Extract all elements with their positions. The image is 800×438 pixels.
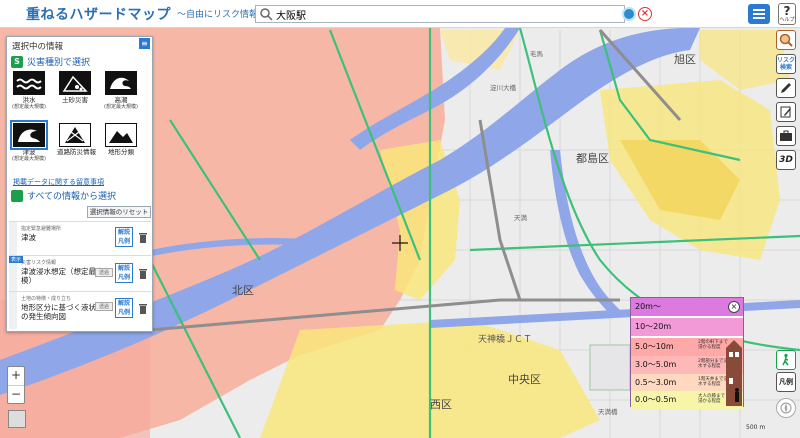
menu-button[interactable] (748, 4, 770, 24)
hazard-storm-surge-button[interactable]: 高潮 (想定最大規模) (103, 71, 139, 110)
app-logo[interactable]: 重ねるハザードマップ (26, 4, 171, 24)
edit-tool-button[interactable] (776, 102, 796, 122)
legend-close-button[interactable]: × (728, 301, 740, 313)
search-map-button[interactable] (776, 30, 796, 50)
map-label-asahi: 旭区 (674, 53, 696, 66)
base-map-switch-button[interactable] (8, 410, 26, 428)
pedestrian-button[interactable] (776, 350, 796, 370)
storm-surge-icon (110, 77, 131, 89)
pencil-icon (781, 83, 791, 93)
opacity-button[interactable]: 透過 (95, 268, 113, 277)
panel-collapse-button[interactable]: ≡ (139, 38, 150, 49)
toolbox-icon (780, 130, 792, 141)
current-location-button[interactable] (622, 7, 636, 21)
trash-icon[interactable] (138, 268, 148, 280)
toolbox-button[interactable] (776, 126, 796, 146)
legend-button[interactable]: 解説 凡例 (115, 298, 133, 318)
zoom-out-button[interactable]: − (8, 385, 24, 403)
hazard-type-icon: S (11, 55, 23, 68)
map-label-chuo: 中央区 (508, 373, 541, 386)
opacity-button[interactable]: 透過 (95, 302, 113, 311)
walking-person-icon (782, 353, 789, 366)
road-disaster-icon (65, 127, 85, 143)
house-depth-icon (726, 340, 742, 406)
landslide-icon (62, 75, 88, 92)
hazard-road-button[interactable]: 道路防災情報 (57, 123, 96, 156)
search-input[interactable] (276, 8, 606, 20)
select-all-info-heading[interactable]: すべての情報から選択 (11, 189, 116, 202)
layer-item-liquefaction[interactable]: 土地の特徴・成り立ち 地形区分に基づく液状化の発生傾向図 透過 解説 凡例 (9, 291, 151, 329)
map-label-kita: 北区 (232, 284, 254, 297)
legend-toggle-button[interactable]: 凡例 (776, 372, 796, 392)
legend-button[interactable]: 解説 凡例 (115, 227, 133, 247)
drag-handle[interactable] (9, 292, 17, 329)
legend-row-20m: 20m～ (631, 298, 743, 316)
layer-item-tsunami[interactable]: 表示 災害リスク情報 津波浸水想定（想定最大規模） 透過 解説 凡例 (9, 255, 151, 291)
data-notes-link[interactable]: 掲載データに関する留意事項 (13, 177, 104, 187)
all-info-icon (11, 189, 23, 202)
trash-icon[interactable] (138, 303, 148, 315)
risk-search-button[interactable]: リスク検索 (776, 54, 796, 74)
drag-handle[interactable] (9, 222, 17, 255)
layer-item-evacuation[interactable]: 指定緊急避難場所 津波 解説 凡例 (9, 221, 151, 255)
legend-row-10-20m: 10～20m (631, 318, 743, 336)
map-label-tenmabashi: 天満橋 (598, 408, 618, 416)
app-header: 重ねるハザードマップ ～自由にリスク情報を調べる～ × ?ヘルプ (0, 0, 800, 28)
trash-icon[interactable] (138, 232, 148, 244)
compass-icon (780, 402, 792, 414)
map-label-miyakojima: 都島区 (576, 152, 609, 165)
search-icon (779, 33, 793, 47)
help-button[interactable]: ? ヘルプ (778, 3, 796, 25)
map-label-kema: 毛馬 (530, 50, 543, 58)
3d-view-button[interactable]: 3D (776, 150, 796, 170)
hazard-flood-button[interactable]: 洪水 (想定最大規模) (11, 71, 47, 110)
map-label-tenma: 天満 (514, 214, 527, 222)
inundation-depth-legend: 20m～ × 10～20m 5.0～10m 3.0～5.0m 0.5～3.0m … (630, 297, 744, 409)
reset-selection-button[interactable]: 選択情報のリセット (87, 206, 151, 218)
panel-title: 選択中の情報 (12, 42, 64, 52)
draw-tool-button[interactable] (776, 78, 796, 98)
legend-button[interactable]: 解説 凡例 (115, 263, 133, 283)
map-label-jct: 天神橋ＪＣＴ (478, 335, 533, 345)
flood-icon (16, 78, 42, 90)
map-label-nishi: 西区 (430, 398, 452, 411)
clear-search-button[interactable]: × (638, 7, 652, 21)
hazard-landform-button[interactable]: 地形分類 (103, 123, 139, 156)
hazard-landslide-button[interactable]: 土砂災害 (57, 71, 93, 104)
hazard-tsunami-button[interactable]: 津波 (想定最大規模) (10, 120, 48, 162)
landform-icon (109, 131, 133, 143)
zoom-control: + − (7, 366, 25, 404)
search-icon (260, 8, 273, 21)
edit-icon (780, 106, 791, 118)
selected-info-panel: 選択中の情報 ≡ S 災害種別で選択 洪水 (想定最大規模) 土砂災害 高潮 (想定… (6, 36, 153, 332)
zoom-in-button[interactable]: + (8, 367, 24, 385)
search-box (255, 5, 625, 23)
compass-button[interactable] (776, 398, 796, 418)
map-label-yodogawa-ohashi: 淀川大橋 (490, 84, 516, 92)
scale-bar: 500 m (746, 424, 766, 431)
hazard-type-heading[interactable]: S 災害種別で選択 (11, 55, 90, 68)
tsunami-icon (18, 129, 40, 142)
